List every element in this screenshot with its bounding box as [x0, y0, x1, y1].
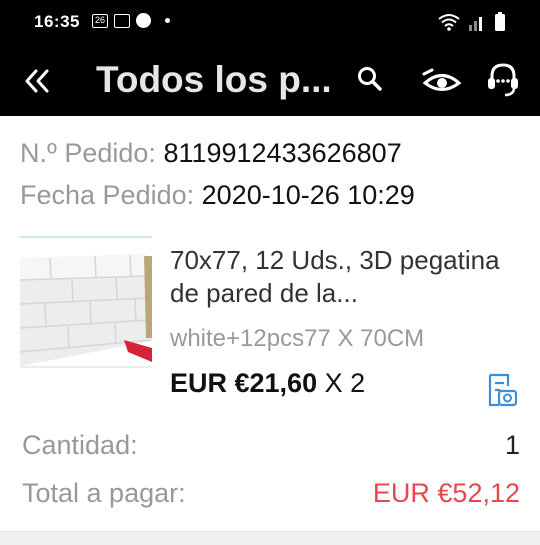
- order-date-row: Fecha Pedido: 2020-10-26 10:29: [20, 180, 415, 211]
- product-price-row: EUR €21,60 X 2: [170, 368, 365, 399]
- messenger-notification-icon-2: [136, 13, 151, 28]
- order-date-label: Fecha Pedido:: [20, 180, 195, 210]
- app-bar: Todos los p...: [0, 44, 540, 116]
- status-bar: 16:35 26: [0, 0, 540, 44]
- battery-icon: [495, 12, 505, 31]
- total-value: EUR €52,12: [372, 478, 520, 508]
- notification-icons: 26: [92, 13, 170, 28]
- search-icon[interactable]: [357, 66, 383, 92]
- order-date-value: 2020-10-26 10:29: [201, 180, 415, 210]
- customer-service-icon[interactable]: [484, 60, 522, 100]
- status-time: 16:35: [34, 12, 80, 31]
- back-arrows-icon[interactable]: [22, 66, 54, 96]
- eye-icon[interactable]: [422, 66, 462, 96]
- product-variant: white+12pcs77 X 70CM: [170, 325, 425, 352]
- quantity-row: Cantidad: 1: [22, 430, 520, 461]
- status-right-icons: [438, 12, 506, 31]
- calendar-notification-icon: 26: [92, 13, 108, 28]
- order-number-value: 8119912433626807: [163, 138, 402, 168]
- product-image[interactable]: [20, 236, 152, 368]
- snapshot-icon[interactable]: [486, 372, 518, 408]
- order-detail: N.º Pedido: 8119912433626807 Fecha Pedid…: [0, 116, 540, 545]
- quantity-label: Cantidad:: [22, 430, 138, 460]
- product-price: EUR €21,60: [170, 368, 318, 398]
- product-quantity: X 2: [317, 368, 366, 398]
- messenger-notification-icon: [114, 13, 130, 28]
- wifi-icon: [438, 14, 460, 31]
- total-label: Total a pagar:: [22, 478, 186, 508]
- more-notifications-dot: [165, 18, 170, 23]
- section-divider: [0, 531, 540, 545]
- product-name[interactable]: 70x77, 12 Uds., 3D pegatina de pared de …: [170, 244, 520, 310]
- signal-icon: [469, 17, 482, 31]
- quantity-value: 1: [504, 430, 520, 460]
- order-number-row: N.º Pedido: 8119912433626807: [20, 138, 402, 169]
- total-row: Total a pagar: EUR €52,12: [22, 478, 520, 509]
- order-number-label: N.º Pedido:: [20, 138, 156, 168]
- page-title: Todos los p...: [96, 59, 332, 100]
